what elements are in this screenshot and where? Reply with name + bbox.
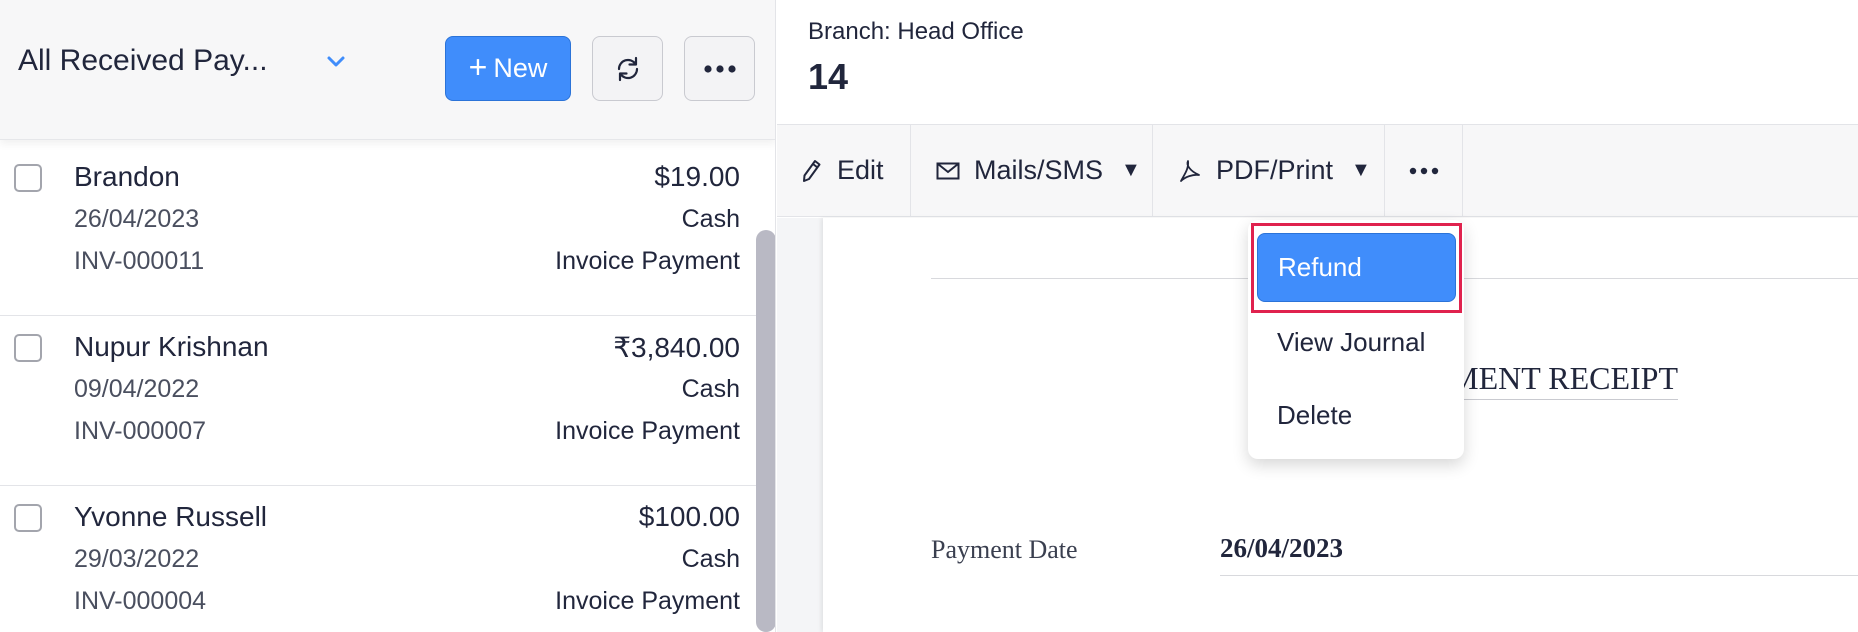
new-button-label: New	[493, 53, 548, 83]
payments-list-panel: All Received Pay... + New Brandon 26/04/…	[0, 0, 776, 632]
branch-label: Branch: Head Office	[808, 18, 1024, 45]
view-title[interactable]: All Received Pay...	[18, 44, 268, 78]
plus-icon: +	[468, 49, 488, 85]
refresh-icon	[617, 56, 638, 81]
payment-mode: Cash	[681, 205, 740, 233]
pencil-icon	[803, 159, 821, 182]
divider	[1220, 575, 1858, 576]
more-icon	[1409, 167, 1438, 174]
payment-number: 14	[808, 56, 849, 97]
mails-sms-button[interactable]: Mails/SMS ▼	[911, 125, 1153, 216]
payment-type: Invoice Payment	[555, 247, 740, 275]
detail-toolbar: Edit Mails/SMS ▼ PDF/Print ▼	[777, 124, 1858, 217]
pdf-icon	[1180, 159, 1200, 182]
payment-date: 26/04/2023	[74, 205, 200, 233]
row-checkbox[interactable]	[14, 504, 42, 532]
list-item[interactable]: Brandon 26/04/2023 INV-000011 $19.00 Cas…	[0, 146, 756, 316]
chevron-down-icon[interactable]	[322, 48, 350, 76]
view-journal-menu-item[interactable]: View Journal	[1248, 310, 1464, 374]
caret-down-icon: ▼	[1121, 159, 1141, 181]
list-item[interactable]: Yvonne Russell 29/03/2022 INV-000004 $10…	[0, 486, 756, 632]
payment-date: 29/03/2022	[74, 545, 200, 573]
customer-name: Nupur Krishnan	[74, 331, 269, 362]
mail-icon	[936, 162, 960, 179]
payment-amount: ₹3,840.00	[613, 332, 740, 363]
edit-button[interactable]: Edit	[777, 125, 911, 216]
payment-date-label: Payment Date	[931, 535, 1078, 564]
payment-type: Invoice Payment	[555, 587, 740, 615]
list-header: All Received Pay... + New	[0, 0, 775, 140]
customer-name: Yvonne Russell	[74, 501, 268, 532]
pdf-print-button[interactable]: PDF/Print ▼	[1153, 125, 1385, 216]
invoice-number: INV-000004	[74, 587, 207, 615]
mails-sms-label: Mails/SMS	[974, 155, 1104, 185]
payment-mode: Cash	[681, 545, 740, 573]
edit-label: Edit	[837, 155, 884, 185]
payment-date-value: 26/04/2023	[1220, 533, 1344, 563]
more-actions-button[interactable]	[1385, 125, 1463, 216]
row-checkbox[interactable]	[14, 164, 42, 192]
more-icon	[703, 64, 736, 73]
payment-date: 09/04/2022	[74, 375, 200, 403]
payment-list: Brandon 26/04/2023 INV-000011 $19.00 Cas…	[0, 146, 756, 632]
payment-amount: $100.00	[638, 501, 740, 532]
row-checkbox[interactable]	[14, 334, 42, 362]
customer-name: Brandon	[74, 161, 180, 192]
delete-menu-item[interactable]: Delete	[1248, 383, 1464, 447]
invoice-number: INV-000007	[74, 417, 207, 445]
caret-down-icon: ▼	[1351, 159, 1371, 181]
payment-type: Invoice Payment	[555, 417, 740, 445]
refund-menu-item[interactable]: Refund	[1257, 233, 1456, 302]
payment-amount: $19.00	[654, 161, 740, 192]
new-button[interactable]: + New	[445, 36, 571, 101]
list-item[interactable]: Nupur Krishnan 09/04/2022 INV-000007 ₹3,…	[0, 316, 756, 486]
more-options-button[interactable]	[684, 36, 755, 101]
pdf-print-label: PDF/Print	[1216, 155, 1334, 185]
refresh-button[interactable]	[592, 36, 663, 101]
list-scrollbar[interactable]	[756, 230, 775, 632]
invoice-number: INV-000011	[74, 247, 205, 275]
payment-mode: Cash	[681, 375, 740, 403]
